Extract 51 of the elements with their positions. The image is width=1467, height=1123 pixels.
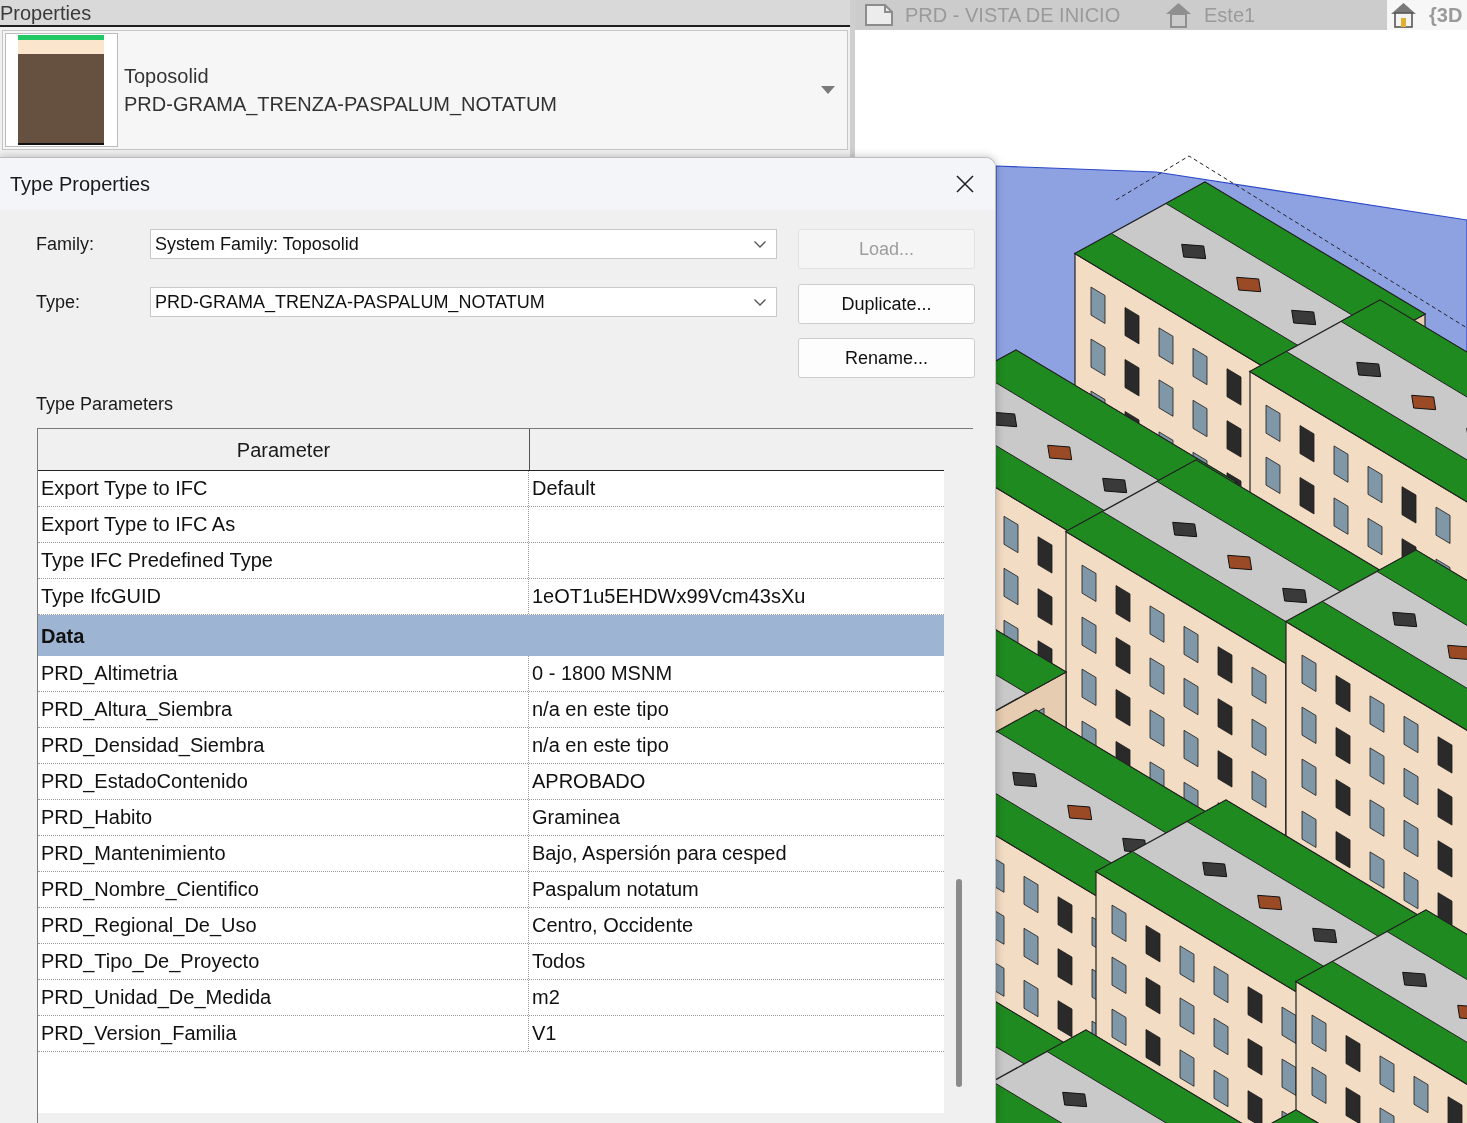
table-cell-text: n/a en este tipo — [531, 697, 670, 722]
table-cell: PRD_EstadoContenido — [38, 764, 529, 799]
combo-box[interactable]: System Family: Toposolid — [150, 229, 777, 259]
table-cell: PRD_Regional_De_Uso — [38, 908, 529, 943]
table-cell: PRD_Habito — [38, 800, 529, 835]
table-cell: PRD_Densidad_Siembra — [38, 728, 529, 763]
field-label: Type: — [36, 290, 82, 314]
field-label: Family: — [36, 232, 95, 256]
table-cell-text: n/a en este tipo — [531, 733, 670, 758]
table-cell: Export Type to IFC As — [38, 507, 529, 542]
type-selector[interactable]: Toposolid PRD-GRAMA_TRENZA-PASPALUM_NOTATUM — [2, 30, 848, 150]
table-cell-text: 1eOT1u5EHDWx99Vcm43sXu — [531, 584, 807, 609]
type-name-label: PRD-GRAMA_TRENZA-PASPALUM_NOTATUM — [124, 92, 557, 118]
table-cell-text: Paspalum notatum — [531, 877, 700, 902]
table-cell-text: Centro, Occidente — [531, 913, 695, 938]
document-icon — [865, 4, 893, 26]
column-header[interactable]: Parameter — [236, 434, 331, 465]
panel-title: Properties — [0, 1, 92, 25]
table-cell: PRD_Altimetria — [38, 656, 529, 691]
section-title: Type Parameters — [36, 393, 174, 415]
close-icon — [956, 175, 974, 193]
table-cell: Type IfcGUID — [38, 579, 529, 614]
table-cell: Export Type to IFC — [38, 471, 529, 506]
table-cell: PRD_Unidad_De_Medida — [38, 980, 529, 1015]
table-cell-text: 0 - 1800 MSNM — [531, 661, 674, 686]
material-swatch-icon — [5, 33, 118, 147]
combo-box[interactable]: PRD-GRAMA_TRENZA-PASPALUM_NOTATUM — [150, 287, 777, 317]
table-cell: PRD_Mantenimiento — [38, 836, 529, 871]
group-header-row[interactable]: Data — [38, 615, 944, 656]
table-cell-text: Default — [531, 476, 597, 501]
table-cell-text: Todos — [531, 949, 587, 974]
table-cell-text: V1 — [531, 1021, 558, 1046]
scroll-thumb[interactable] — [956, 879, 962, 1087]
caret-down-icon[interactable] — [821, 86, 835, 94]
table-cell: PRD_Altura_Siembra — [38, 692, 529, 727]
rename-button[interactable]: Rename... — [798, 338, 975, 378]
dialog-title: Type Properties — [10, 172, 151, 197]
table-cell: PRD_Tipo_De_Proyecto — [38, 944, 529, 979]
chevron-down-icon — [754, 298, 766, 306]
table-cell-text: APROBADO — [531, 769, 647, 794]
category-label: Toposolid — [124, 64, 210, 89]
table-cell: PRD_Nombre_Cientifico — [38, 872, 529, 907]
chevron-down-icon — [754, 240, 766, 248]
duplicate-button[interactable]: Duplicate... — [798, 284, 975, 324]
table-cell: PRD_Version_Familia — [38, 1016, 529, 1051]
table-cell-text: Graminea — [531, 805, 621, 830]
table-cell-text: m2 — [531, 985, 561, 1010]
house-outline-icon — [1165, 2, 1192, 28]
table-cell: Type IFC Predefined Type — [38, 543, 529, 578]
table-cell-text: Bajo, Aspersión para cesped — [531, 841, 788, 866]
house-icon — [1390, 2, 1417, 28]
